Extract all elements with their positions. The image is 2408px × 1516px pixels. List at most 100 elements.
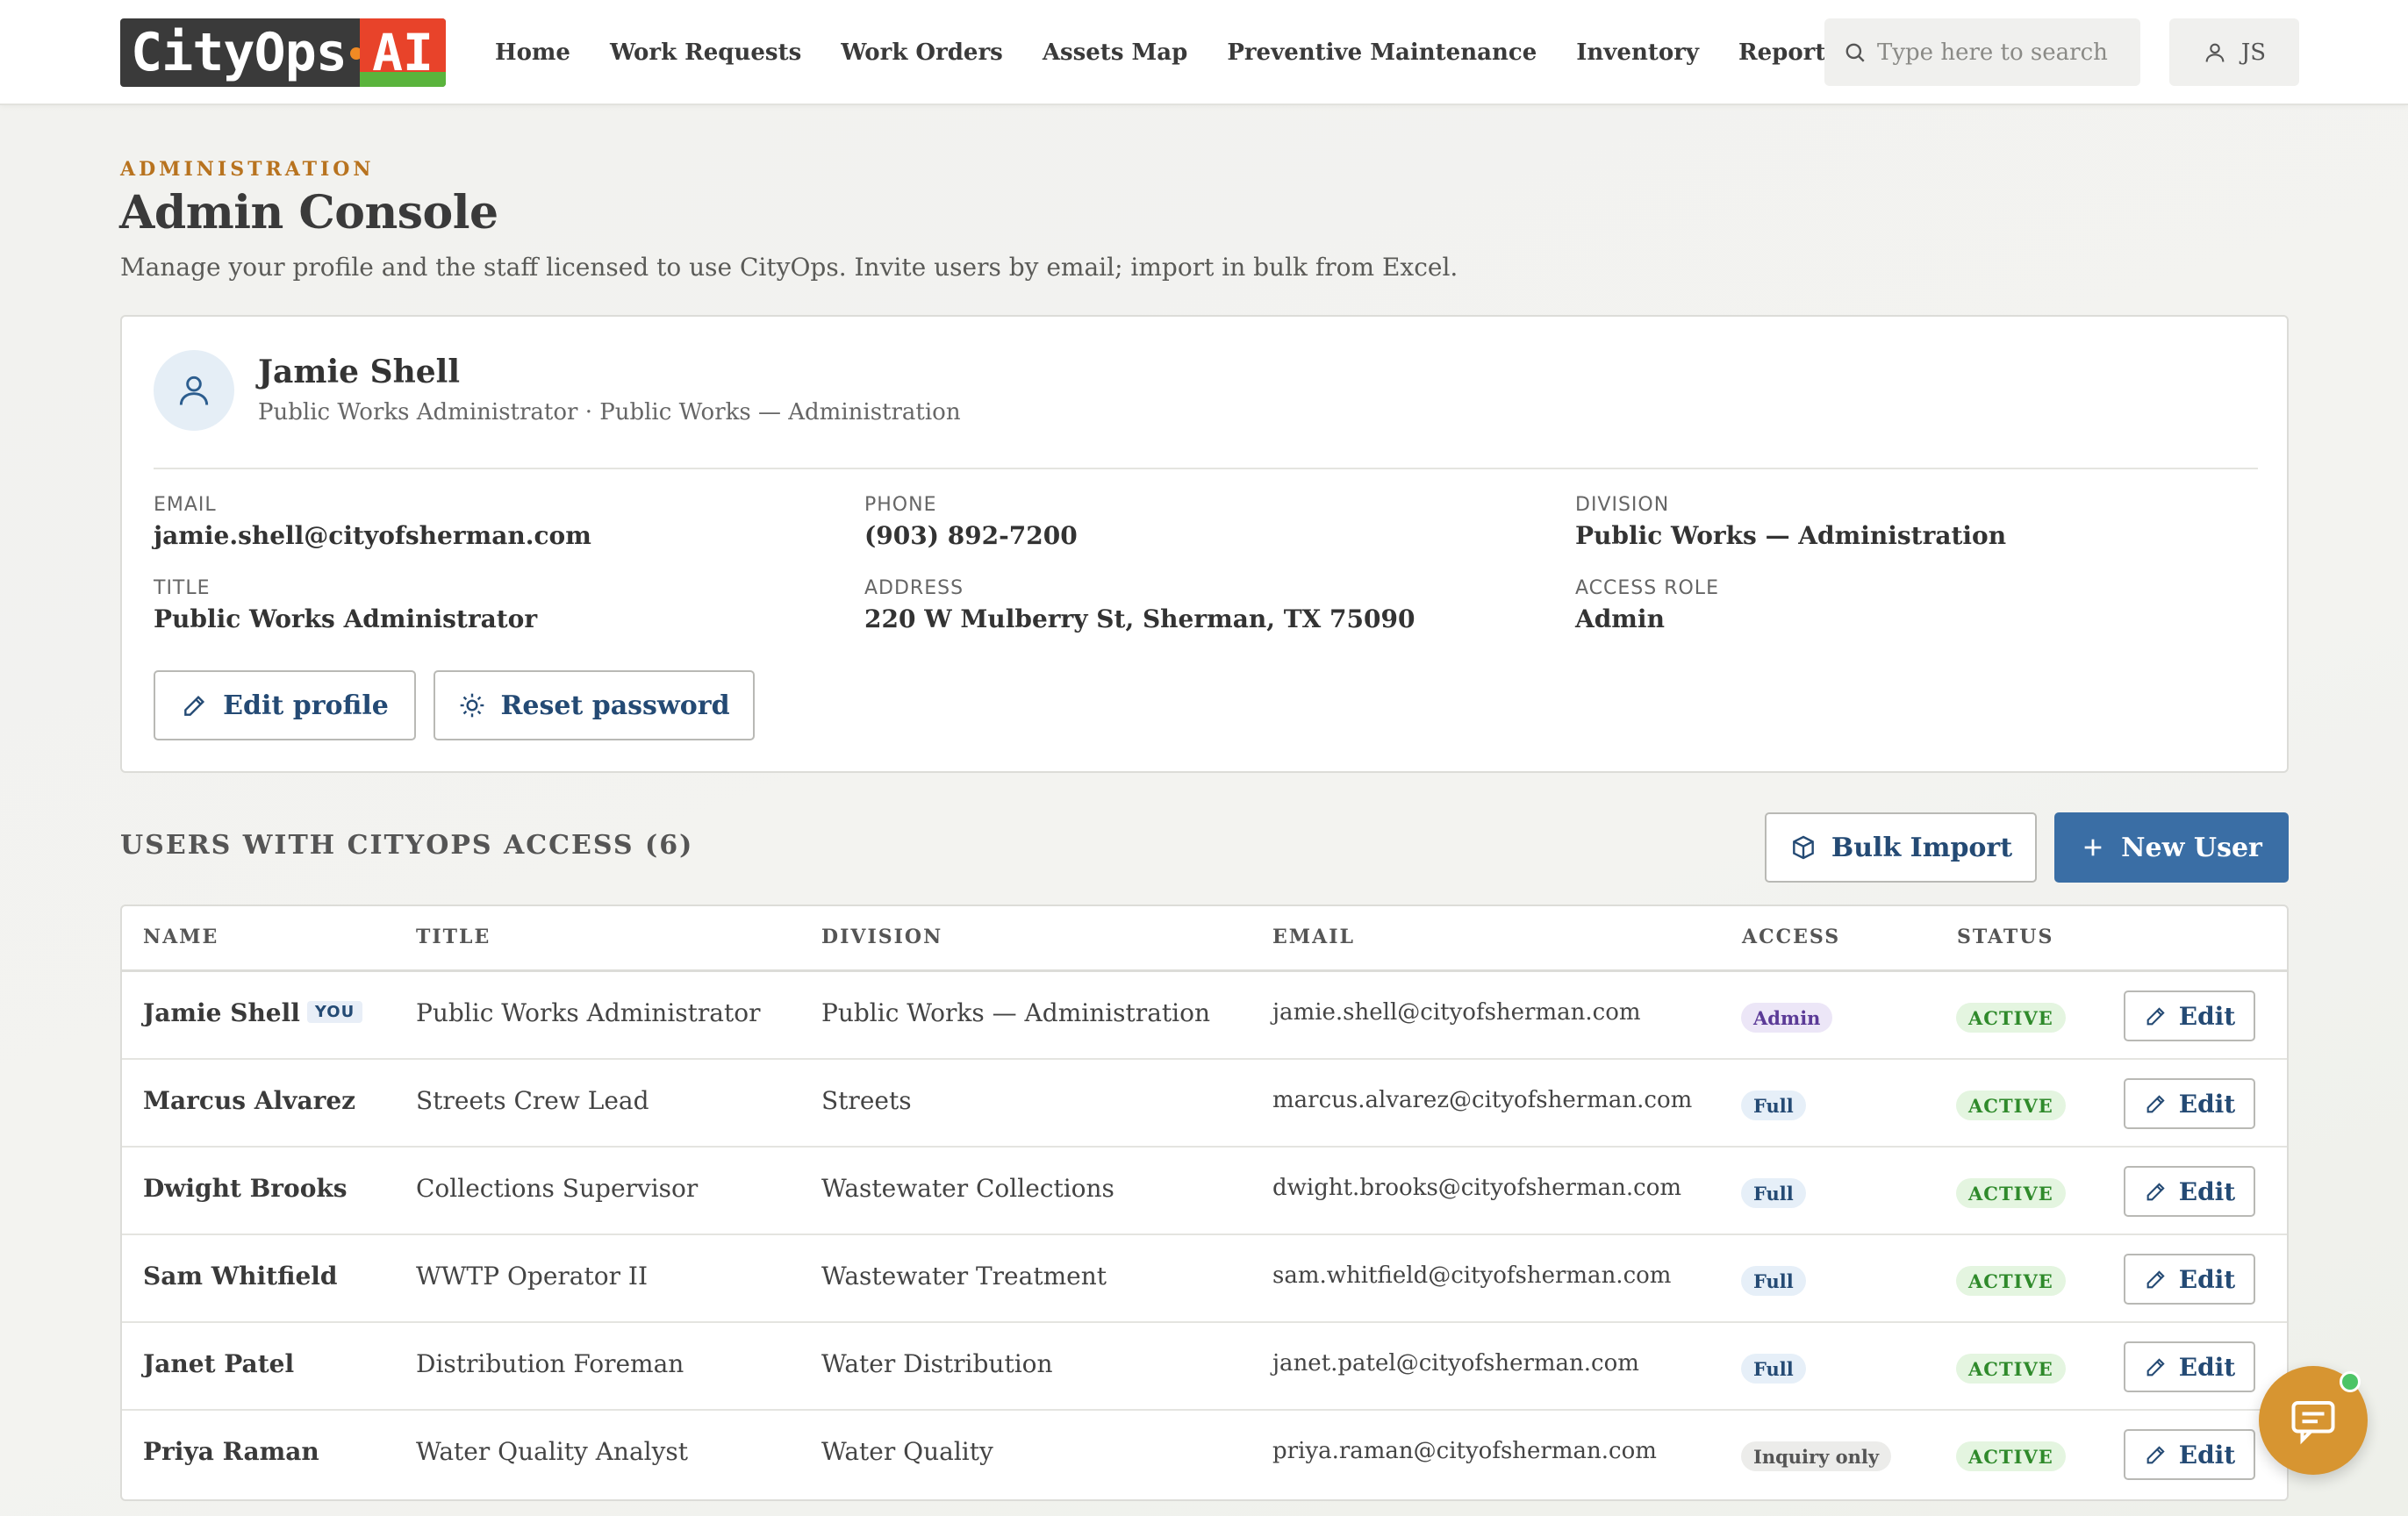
col-title[interactable]: TITLE (416, 926, 491, 948)
edit-label: Edit (2178, 1089, 2236, 1119)
field-label: TITLE (154, 577, 211, 599)
access-badge: Full (1741, 1178, 1806, 1208)
user-title: Public Works Administrator (416, 998, 761, 1027)
user-division: Wastewater Treatment (821, 1262, 1107, 1291)
page-subtitle: Manage your profile and the staff licens… (120, 253, 1458, 282)
pencil-icon (2146, 1183, 2165, 1201)
user-name: Dwight Brooks (143, 1174, 348, 1203)
online-status-dot (2340, 1371, 2361, 1392)
new-user-button[interactable]: New User (2054, 812, 2289, 883)
user-email: marcus.alvarez@cityofsherman.com (1272, 1087, 1693, 1113)
field-email: EMAIL jamie.shell@cityofsherman.com (154, 494, 591, 550)
profile-name: Jamie Shell (258, 354, 460, 390)
logo-ai-text: AI (360, 18, 446, 87)
field-access-role: ACCESS ROLE Admin (1575, 577, 1719, 633)
edit-profile-button[interactable]: Edit profile (154, 670, 416, 740)
pencil-icon (2146, 1270, 2165, 1289)
nav-assets-map[interactable]: Assets Map (1043, 39, 1188, 66)
edit-label: Edit (2178, 1176, 2236, 1206)
field-label: EMAIL (154, 494, 217, 516)
cityops-logo[interactable]: CityOps AI (120, 18, 446, 87)
field-title: TITLE Public Works Administrator (154, 577, 537, 633)
status-badge: ACTIVE (1956, 1178, 2066, 1208)
edit-user-button[interactable]: Edit (2124, 1254, 2255, 1305)
status-badge: ACTIVE (1956, 1266, 2066, 1296)
table-row: Jamie Shell YOU Public Works Administrato… (122, 972, 2287, 1060)
user-division: Water Distribution (821, 1349, 1053, 1378)
you-badge: YOU (306, 1001, 363, 1023)
user-division: Streets (821, 1086, 912, 1115)
status-badge: ACTIVE (1956, 1354, 2066, 1384)
bulk-import-button[interactable]: Bulk Import (1765, 812, 2037, 883)
box-icon (1793, 835, 1814, 860)
nav-preventive-maintenance[interactable]: Preventive Maintenance (1227, 39, 1537, 66)
nav-work-orders[interactable]: Work Orders (841, 39, 1003, 66)
col-access[interactable]: ACCESS (1742, 926, 1840, 948)
main-nav: Home Work Requests Work Orders Assets Ma… (495, 0, 1878, 105)
access-badge: Inquiry only (1741, 1441, 1892, 1471)
nav-inventory[interactable]: Inventory (1576, 39, 1699, 66)
user-name: Priya Raman (143, 1437, 319, 1466)
field-value: (903) 892-7200 (864, 521, 1078, 550)
chat-icon (2291, 1401, 2335, 1445)
table-header: NAME TITLE DIVISION EMAIL ACCESS STATUS (122, 906, 2287, 972)
user-title: Streets Crew Lead (416, 1086, 649, 1115)
users-section-heading: USERS WITH CITYOPS ACCESS (6) (120, 830, 694, 861)
avatar (154, 350, 234, 431)
field-division: DIVISION Public Works — Administration (1575, 494, 2006, 550)
edit-user-button[interactable]: Edit (2124, 1078, 2255, 1129)
status-badge: ACTIVE (1956, 1441, 2066, 1471)
col-email[interactable]: EMAIL (1272, 926, 1355, 948)
access-badge: Full (1741, 1354, 1806, 1384)
nav-reports[interactable]: Reports (1738, 39, 1838, 66)
user-email: janet.patel@cityofsherman.com (1272, 1350, 1639, 1377)
field-label: ACCESS ROLE (1575, 577, 1719, 599)
field-value: Admin (1575, 604, 1665, 633)
profile-role: Public Works Administrator · Public Work… (258, 399, 961, 425)
users-table: NAME TITLE DIVISION EMAIL ACCESS STATUS … (120, 905, 2289, 1501)
page-eyebrow: ADMINISTRATION (120, 158, 375, 181)
nav-home[interactable]: Home (495, 39, 570, 66)
edit-label: Edit (2178, 1440, 2236, 1470)
edit-label: Edit (2178, 1001, 2236, 1031)
search-box[interactable] (1824, 18, 2140, 86)
user-division: Public Works — Administration (821, 998, 1210, 1027)
nav-work-requests[interactable]: Work Requests (610, 39, 801, 66)
field-value: Public Works Administrator (154, 604, 538, 633)
pencil-icon (2146, 1446, 2165, 1464)
status-badge: ACTIVE (1956, 1003, 2066, 1033)
field-label: ADDRESS (864, 577, 964, 599)
user-name: Jamie Shell YOU (143, 998, 363, 1027)
new-user-label: New User (2121, 832, 2262, 863)
user-initials: JS (2240, 39, 2267, 66)
user-menu-button[interactable]: JS (2169, 18, 2299, 86)
user-email: dwight.brooks@cityofsherman.com (1272, 1175, 1682, 1201)
edit-user-button[interactable]: Edit (2124, 1429, 2255, 1480)
edit-user-button[interactable]: Edit (2124, 1341, 2255, 1392)
top-bar: CityOps AI Home Work Requests Work Order… (0, 0, 2408, 105)
field-label: PHONE (864, 494, 937, 516)
table-row: Priya Raman Water Quality Analyst Water … (122, 1411, 2287, 1498)
reset-password-button[interactable]: Reset password (434, 670, 755, 740)
table-row: Marcus Alvarez Streets Crew Lead Streets… (122, 1060, 2287, 1148)
user-email: priya.raman@cityofsherman.com (1272, 1438, 1657, 1464)
edit-user-button[interactable]: Edit (2124, 1166, 2255, 1217)
col-name[interactable]: NAME (143, 926, 219, 948)
gear-icon (461, 693, 484, 718)
field-phone: PHONE (903) 892-7200 (864, 494, 1078, 550)
user-title: Distribution Foreman (416, 1349, 684, 1378)
user-title: Water Quality Analyst (416, 1437, 689, 1466)
edit-user-button[interactable]: Edit (2124, 990, 2255, 1041)
search-icon (1845, 43, 1865, 62)
table-row: Dwight Brooks Collections Supervisor Was… (122, 1148, 2287, 1235)
col-division[interactable]: DIVISION (821, 926, 942, 948)
page-title: Admin Console (119, 186, 498, 240)
user-title: WWTP Operator II (416, 1262, 649, 1291)
logo-text: CityOps (131, 22, 348, 83)
col-status[interactable]: STATUS (1957, 926, 2053, 948)
search-input[interactable] (1877, 39, 2123, 66)
user-name: Sam Whitfield (143, 1262, 338, 1291)
plus-icon (2084, 839, 2102, 856)
user-name: Marcus Alvarez (143, 1086, 356, 1115)
access-badge: Full (1741, 1266, 1806, 1296)
